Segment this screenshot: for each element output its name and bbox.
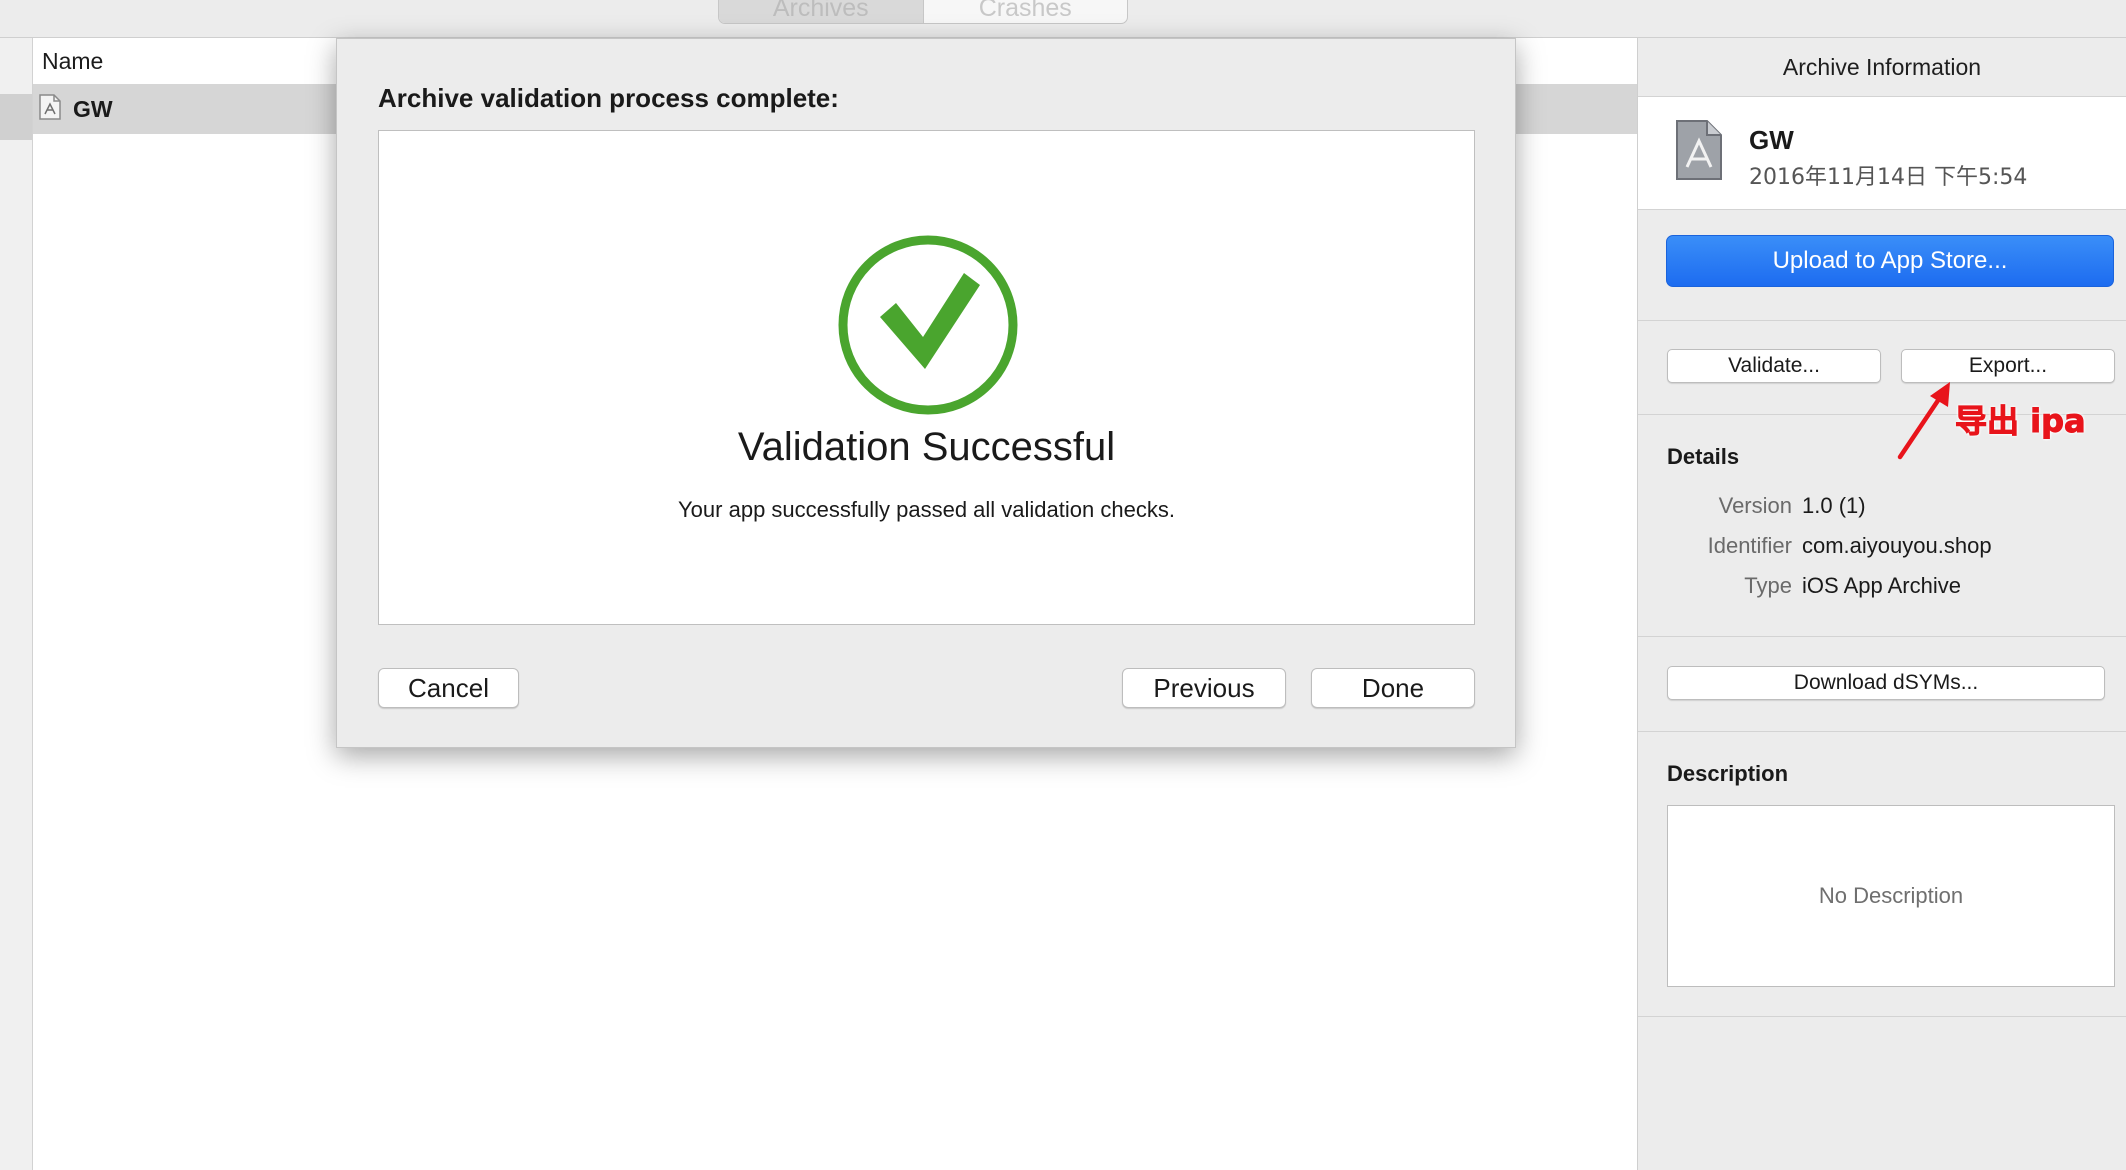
validation-status-message: Your app successfully passed all validat… bbox=[678, 497, 1175, 522]
sheet-title: Archive validation process complete: bbox=[378, 83, 839, 113]
archive-document-icon bbox=[39, 93, 61, 125]
divider bbox=[1638, 636, 2126, 637]
detail-value: iOS App Archive bbox=[1802, 573, 1961, 598]
inspector-title: Archive Information bbox=[1638, 38, 2126, 97]
tab-archives[interactable]: Archives bbox=[719, 0, 923, 23]
archives-crashes-segmented-control[interactable]: Archives Crashes bbox=[718, 0, 1128, 24]
validation-sheet: Archive validation process complete: Val… bbox=[336, 38, 1516, 748]
archive-name: GW bbox=[73, 95, 113, 122]
detail-row-version: Version 1.0 (1) bbox=[1638, 493, 2126, 519]
details-heading: Details bbox=[1667, 444, 1740, 469]
divider bbox=[1638, 320, 2126, 321]
archive-inspector: Archive Information GW 2016年11月14日 下午5:5… bbox=[1638, 38, 2126, 1170]
sidebar-strip bbox=[0, 38, 33, 1170]
previous-button[interactable]: Previous bbox=[1122, 668, 1286, 708]
detail-row-type: Type iOS App Archive bbox=[1638, 573, 2126, 599]
sidebar-selection-highlight bbox=[0, 94, 32, 140]
tab-crashes[interactable]: Crashes bbox=[924, 0, 1128, 23]
divider bbox=[1638, 1016, 2126, 1017]
detail-key: Version bbox=[1718, 493, 1792, 518]
annotation-arrow-icon bbox=[1897, 382, 1950, 460]
divider bbox=[1638, 731, 2126, 732]
validate-button[interactable]: Validate... bbox=[1667, 349, 1881, 383]
archive-summary: GW 2016年11月14日 下午5:54 bbox=[1638, 97, 2126, 210]
export-button[interactable]: Export... bbox=[1901, 349, 2115, 383]
detail-row-identifier: Identifier com.aiyouyou.shop bbox=[1638, 533, 2126, 559]
archive-document-icon bbox=[1675, 119, 1723, 186]
description-field[interactable]: No Description bbox=[1667, 805, 2115, 987]
archive-app-name: GW bbox=[1749, 125, 1794, 155]
validation-status-title: Validation Successful bbox=[737, 425, 1116, 469]
upload-to-app-store-button[interactable]: Upload to App Store... bbox=[1666, 235, 2114, 287]
annotation-label: 导出 ipa bbox=[1955, 402, 2087, 441]
done-button[interactable]: Done bbox=[1311, 668, 1475, 708]
toolbar: Archives Crashes bbox=[0, 0, 2126, 38]
detail-key: Type bbox=[1744, 573, 1792, 598]
download-dsyms-button[interactable]: Download dSYMs... bbox=[1667, 666, 2105, 700]
detail-key: Identifier bbox=[1707, 533, 1792, 558]
archive-date: 2016年11月14日 下午5:54 bbox=[1749, 165, 2028, 190]
cancel-button[interactable]: Cancel bbox=[378, 668, 519, 708]
description-heading: Description bbox=[1667, 761, 1789, 786]
detail-value: 1.0 (1) bbox=[1802, 493, 1866, 518]
validation-result-panel: Validation Successful Your app successfu… bbox=[378, 130, 1475, 625]
checkmark-circle-icon bbox=[838, 235, 1018, 415]
detail-value: com.aiyouyou.shop bbox=[1802, 533, 1992, 558]
